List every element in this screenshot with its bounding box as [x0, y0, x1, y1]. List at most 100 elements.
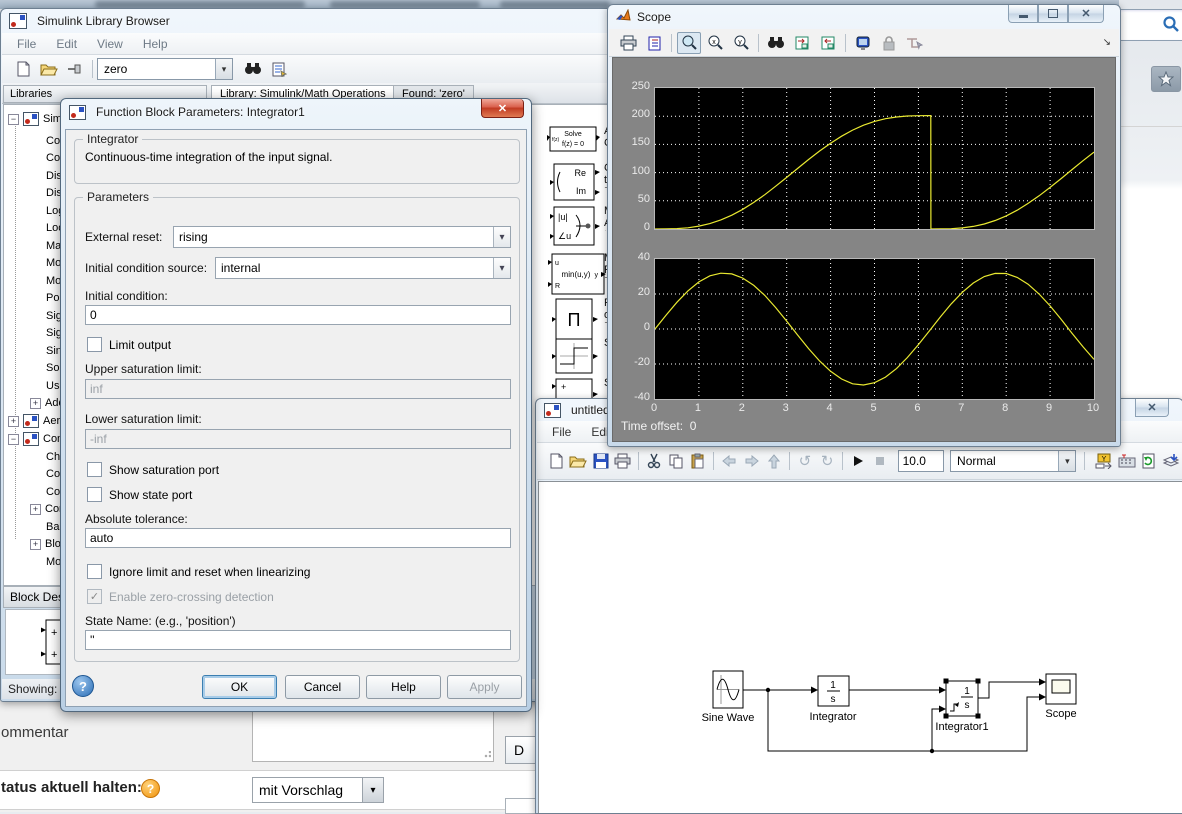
dialog-help-icon[interactable] — [72, 675, 94, 697]
external-reset-select[interactable]: rising — [173, 226, 511, 248]
floating-scope-icon[interactable] — [851, 32, 875, 54]
abs-tolerance-input[interactable]: auto — [85, 528, 511, 548]
library-browser-icon[interactable]: Y — [1094, 450, 1114, 472]
untitled-model-window: untitled File Edit ↺ ↻ 10.0 Normal Y — [535, 398, 1182, 814]
redo-icon[interactable]: ↻ — [817, 450, 837, 472]
up-icon[interactable] — [764, 450, 784, 472]
expand-icon[interactable] — [8, 415, 19, 427]
build-icon[interactable] — [1161, 450, 1181, 472]
help-icon[interactable] — [141, 779, 160, 798]
autoscale-icon[interactable] — [764, 32, 788, 54]
update-diagram-icon[interactable] — [1139, 450, 1159, 472]
ok-button[interactable]: OK — [202, 675, 277, 699]
save-axes-icon[interactable] — [790, 32, 814, 54]
scope-graph-2[interactable] — [654, 258, 1095, 400]
run-icon[interactable] — [848, 450, 868, 472]
collapse-icon[interactable] — [8, 433, 19, 445]
chevron-down-icon[interactable] — [1058, 451, 1076, 471]
browser-tab[interactable] — [330, 1, 480, 8]
browser-tab[interactable] — [95, 1, 305, 8]
copy-icon[interactable] — [666, 450, 686, 472]
cancel-button[interactable]: Cancel — [285, 675, 360, 699]
block-complex-to-real-imag[interactable]: ReIm Complex to Real-Imag — [546, 162, 612, 205]
block-help-icon[interactable] — [267, 58, 291, 80]
expand-icon[interactable] — [30, 503, 41, 515]
signal-selection-icon[interactable] — [903, 32, 927, 54]
cut-icon[interactable] — [644, 450, 664, 472]
save-icon[interactable] — [590, 450, 610, 472]
block-minmax-running-resettable[interactable]: uRmin(u,y)y MinMax Running Resettable — [546, 252, 612, 299]
sim-mode-select[interactable]: Normal — [950, 450, 1077, 472]
pin-icon[interactable] — [63, 58, 87, 80]
svg-text:Integrator: Integrator — [809, 711, 856, 723]
open-model-icon[interactable] — [37, 58, 61, 80]
state-name-input[interactable]: '' — [85, 630, 511, 650]
lock-axes-icon[interactable] — [877, 32, 901, 54]
ic-input[interactable]: 0 — [85, 305, 511, 325]
integrator1-block[interactable]: 1 s Integrator1 — [935, 678, 989, 734]
close-icon[interactable] — [1068, 5, 1104, 23]
sim-stop-time-input[interactable]: 10.0 — [897, 450, 945, 472]
forward-icon[interactable] — [742, 450, 762, 472]
block-sign[interactable]: Sign — [546, 337, 612, 378]
scope-graph-1[interactable] — [654, 87, 1095, 230]
chevron-down-icon[interactable] — [362, 778, 383, 802]
print-icon[interactable] — [616, 32, 640, 54]
sine-wave-block[interactable]: Sine Wave — [702, 670, 755, 724]
minimize-icon[interactable] — [1008, 5, 1038, 23]
restore-icon[interactable] — [1038, 5, 1068, 23]
scope-block[interactable]: Scope — [1045, 673, 1077, 720]
parameters-icon[interactable] — [642, 32, 666, 54]
browser-search-input[interactable] — [1117, 9, 1182, 41]
search-icon[interactable] — [1162, 15, 1180, 36]
menu-view[interactable]: View — [88, 35, 132, 53]
scope-plot-area: Time offset: 0 0 50 100 150 200 250 -40 -20 0 20 4… — [612, 57, 1116, 442]
resize-grip-icon[interactable] — [483, 751, 491, 759]
zoom-y-icon[interactable]: y — [729, 32, 753, 54]
close-icon[interactable] — [481, 99, 524, 118]
chevron-down-icon[interactable] — [493, 227, 510, 247]
close-icon[interactable] — [1135, 399, 1169, 417]
browser-tab[interactable] — [500, 1, 610, 8]
collapse-icon[interactable] — [8, 113, 19, 125]
status-select[interactable]: mit Vorschlag — [252, 777, 384, 803]
menu-file[interactable]: File — [543, 423, 580, 441]
dialog-titlebar[interactable]: Function Block Parameters: Integrator1 — [61, 99, 531, 125]
help-button[interactable]: Help — [366, 675, 441, 699]
menu-file[interactable]: File — [8, 35, 45, 53]
library-browser-titlebar[interactable]: Simulink Library Browser — [1, 9, 613, 33]
limit-output-checkbox[interactable]: Limit output — [87, 337, 171, 352]
show-saturation-port-checkbox[interactable]: Show saturation port — [87, 462, 219, 477]
open-model-icon[interactable] — [568, 450, 588, 472]
restore-axes-icon[interactable] — [816, 32, 840, 54]
find-block-icon[interactable] — [241, 58, 265, 80]
expand-icon[interactable] — [30, 397, 41, 409]
integrator-block[interactable]: 1 s Integrator — [809, 675, 857, 723]
ignore-limit-checkbox[interactable]: Ignore limit and reset when linearizing — [87, 564, 310, 579]
menu-help[interactable]: Help — [134, 35, 177, 53]
model-explorer-icon[interactable] — [1116, 450, 1136, 472]
paste-icon[interactable] — [688, 450, 708, 472]
print-icon[interactable] — [613, 450, 633, 472]
new-model-icon[interactable] — [546, 450, 566, 472]
dock-icon[interactable]: ↘ — [1103, 37, 1111, 48]
back-icon[interactable] — [719, 450, 739, 472]
new-model-icon[interactable] — [11, 58, 35, 80]
bookmark-star-icon[interactable] — [1151, 66, 1181, 92]
status-label: tatus aktuell halten: — [1, 779, 142, 796]
ic-source-select[interactable]: internal — [215, 257, 511, 279]
zoom-x-icon[interactable]: x — [703, 32, 727, 54]
signal-wires[interactable] — [743, 681, 1040, 752]
block-magnitude-angle[interactable]: |u|∠u Magnitude-Angle to Complex — [546, 205, 612, 250]
undo-icon[interactable]: ↺ — [795, 450, 815, 472]
chevron-down-icon[interactable] — [215, 59, 232, 79]
chevron-down-icon[interactable] — [493, 258, 510, 278]
zoom-icon[interactable] — [677, 31, 701, 54]
search-term-combobox[interactable]: zero — [97, 58, 233, 80]
expand-icon[interactable] — [30, 538, 41, 550]
block-algebraic-constraint[interactable]: Solvef(z) = 0f(z) Algebraic Constraint — [546, 125, 612, 156]
menu-edit[interactable]: Edit — [47, 35, 86, 53]
search-term-value: zero — [104, 62, 128, 76]
show-state-port-checkbox[interactable]: Show state port — [87, 487, 192, 502]
stop-icon[interactable] — [870, 450, 890, 472]
